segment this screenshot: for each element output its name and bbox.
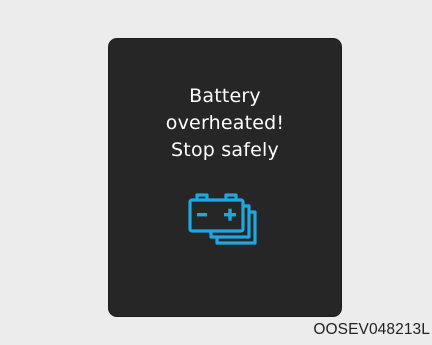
warning-line-3: Stop safely (171, 139, 279, 161)
warning-display-panel: Battery overheated! Stop safely (109, 39, 341, 316)
warning-line-1: Battery (189, 85, 261, 107)
warning-message: Battery overheated! Stop safely (109, 83, 341, 164)
figure-code: OOSEV048213L (313, 321, 430, 338)
warning-line-2: overheated! (165, 112, 285, 134)
battery-overheat-icon (188, 193, 257, 245)
